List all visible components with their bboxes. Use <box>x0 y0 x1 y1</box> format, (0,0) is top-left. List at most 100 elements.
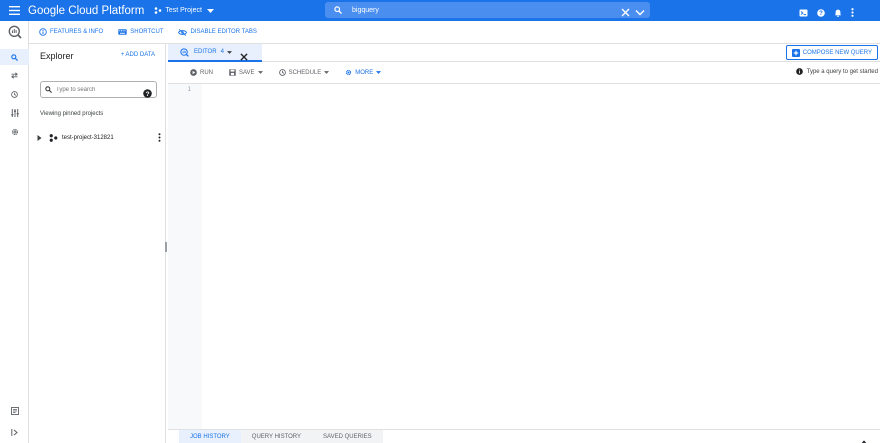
search-icon <box>11 53 18 61</box>
bell-icon <box>834 9 842 17</box>
project-tree-label: test-project-312821 <box>62 135 114 141</box>
svg-text:?: ? <box>819 11 823 17</box>
expand-panel-button[interactable] <box>860 433 868 443</box>
project-actions-button[interactable] <box>158 133 161 144</box>
help-button[interactable]: ? <box>817 4 825 22</box>
pinned-projects-label: Viewing pinned projects <box>40 111 104 117</box>
features-info-button[interactable]: FEATURES & INFO <box>39 28 103 36</box>
project-tree-row[interactable]: test-project-312821 <box>37 132 161 144</box>
info-icon <box>795 68 803 75</box>
menu-button[interactable] <box>0 0 28 21</box>
rail-item-settings[interactable] <box>0 128 29 136</box>
more-button[interactable]: MORE <box>345 69 382 76</box>
compose-new-query-button[interactable]: COMPOSE NEW QUERY <box>785 45 878 60</box>
features-info-label: FEATURES & INFO <box>50 29 104 35</box>
eye-off-icon <box>178 28 188 36</box>
explorer-search-input[interactable] <box>56 86 136 93</box>
project-selector[interactable]: Test Project <box>154 7 214 14</box>
hamburger-icon <box>8 6 20 15</box>
rail-item-reservations[interactable] <box>0 109 29 117</box>
editor-tabs-bar: EDITOR 4 COMPOSE NEW QUERY <box>168 44 880 62</box>
explorer-title: Explorer <box>40 51 74 61</box>
cloud-shell-button[interactable] <box>799 4 808 22</box>
shortcut-button[interactable]: SHORTCUT <box>118 29 163 35</box>
keyboard-icon <box>118 29 127 35</box>
shortcut-label: SHORTCUT <box>130 29 164 35</box>
run-button[interactable]: RUN <box>190 69 213 76</box>
expand-arrow-icon[interactable] <box>37 135 42 141</box>
gear-icon <box>346 69 352 76</box>
svg-text:?: ? <box>145 91 149 98</box>
project-dots-icon <box>49 134 58 142</box>
schedule-label: SCHEDULE <box>288 69 322 76</box>
editor-gutter: 1 <box>168 84 202 429</box>
sub-toolbar: FEATURES & INFO SHORTCUT DISABLE EDITOR … <box>29 21 880 44</box>
caret-down-icon[interactable] <box>226 50 232 54</box>
bigquery-icon <box>8 25 22 39</box>
line-number: 1 <box>187 86 191 93</box>
tab-editor-label: EDITOR <box>194 49 217 55</box>
search-help-button[interactable]: ? <box>143 85 152 103</box>
search-input[interactable]: bigquery <box>352 7 379 14</box>
caret-down-icon <box>206 8 214 13</box>
schedule-button[interactable]: SCHEDULE <box>278 69 330 76</box>
chevron-down-icon <box>635 10 645 16</box>
more-options-button[interactable] <box>851 4 854 22</box>
editor-toolbar: RUN SAVE SCHEDULE MORE Type a query to g… <box>168 62 880 84</box>
rail-item-transfers[interactable] <box>0 72 29 79</box>
search-icon <box>334 6 342 14</box>
play-circle-icon <box>190 69 197 76</box>
expand-search-button[interactable] <box>635 4 645 22</box>
search-icon <box>45 86 52 93</box>
search-bar[interactable]: bigquery <box>325 2 650 18</box>
left-rail <box>0 21 29 443</box>
tab-job-history[interactable]: JOB HISTORY <box>179 430 241 443</box>
top-bar: Google Cloud Platform Test Project bigqu… <box>0 0 880 21</box>
notes-icon <box>10 407 19 415</box>
info-outline-icon <box>39 28 47 36</box>
save-icon <box>229 69 236 76</box>
save-button[interactable]: SAVE <box>229 69 263 76</box>
add-box-icon <box>791 48 800 57</box>
explorer-panel: Explorer + ADD DATA ? Viewing pinned pro… <box>29 44 166 443</box>
rail-expand-button[interactable] <box>0 429 29 436</box>
disable-editor-tabs-button[interactable]: DISABLE EDITOR TABS <box>178 28 257 36</box>
brand-title[interactable]: Google Cloud Platform <box>28 5 144 17</box>
query-editor[interactable] <box>202 84 880 429</box>
tab-query-history[interactable]: QUERY HISTORY <box>241 430 312 443</box>
bigquery-logo[interactable] <box>0 25 29 39</box>
caret-down-icon <box>257 71 263 74</box>
more-label: MORE <box>355 69 374 76</box>
tab-editor[interactable]: EDITOR 4 <box>168 44 262 62</box>
add-data-button[interactable]: + ADD DATA <box>121 52 155 58</box>
caret-down-icon <box>324 71 330 74</box>
transfer-icon <box>11 72 18 79</box>
editor-hint-text: Type a query to get started <box>806 68 878 75</box>
project-dots-icon <box>155 7 162 14</box>
history-tabs: JOB HISTORY QUERY HISTORY SAVED QUERIES <box>179 430 383 443</box>
help-icon: ? <box>143 89 152 98</box>
rail-item-scheduled[interactable] <box>0 91 29 98</box>
kebab-icon <box>158 133 161 142</box>
rail-item-release-notes[interactable] <box>0 407 29 415</box>
terminal-icon <box>799 9 808 17</box>
notifications-button[interactable] <box>834 4 842 22</box>
rail-item-search[interactable] <box>0 49 29 65</box>
clock-icon <box>278 69 286 76</box>
bigquery-icon <box>180 47 189 57</box>
results-panel-bar: JOB HISTORY QUERY HISTORY SAVED QUERIES <box>168 429 880 443</box>
tab-saved-queries[interactable]: SAVED QUERIES <box>312 430 383 443</box>
kebab-icon <box>851 8 854 17</box>
editor-hint: Type a query to get started <box>795 68 878 75</box>
save-label: SAVE <box>239 69 255 76</box>
sliders-icon <box>10 109 19 117</box>
clear-search-button[interactable] <box>621 4 630 22</box>
compose-label: COMPOSE NEW QUERY <box>802 49 872 56</box>
explorer-search[interactable]: ? <box>40 81 157 98</box>
top-actions: ? <box>799 4 854 22</box>
project-name: Test Project <box>165 7 202 14</box>
help-icon: ? <box>817 9 825 17</box>
clock-icon <box>11 91 18 98</box>
panel-resize-handle[interactable] <box>165 242 167 252</box>
collapse-right-icon <box>10 429 18 436</box>
